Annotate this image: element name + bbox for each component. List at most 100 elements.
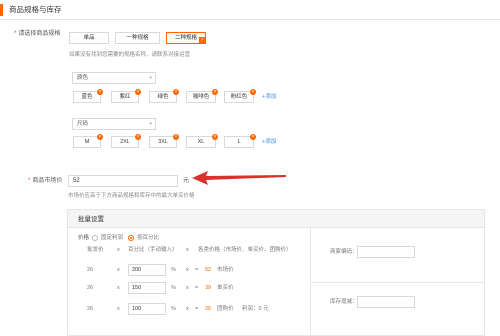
spec-group-name: 尺码	[77, 121, 89, 127]
spec-value-label: 蓝色	[81, 94, 93, 100]
result-value: 26	[205, 306, 212, 312]
price-kind: 市场价	[217, 267, 234, 273]
spec-group-select-color[interactable]: 颜色 ▾	[72, 72, 156, 84]
check-icon: ✓	[199, 37, 206, 44]
percent-input[interactable]: 150	[128, 282, 166, 294]
spec-type-one-button[interactable]: 一种规格	[115, 32, 160, 44]
stock-change-input[interactable]	[357, 296, 415, 308]
profit-text: 利润：0 元	[242, 306, 269, 312]
spec-group-select-size[interactable]: 尺码 ▾	[72, 118, 156, 130]
remove-icon[interactable]: ×	[135, 89, 141, 95]
row-divider	[311, 282, 484, 283]
result-value: 39	[205, 285, 212, 291]
row-base-value: 26	[87, 285, 94, 291]
remove-icon[interactable]: ×	[250, 134, 256, 140]
remove-icon[interactable]: ×	[135, 134, 141, 140]
equals-sign: =	[195, 285, 199, 291]
spec-label-text: 请选择商品规格	[18, 31, 61, 37]
spec-label: * 请选择商品规格	[14, 30, 60, 38]
row-base-value: 26	[87, 306, 94, 312]
price-mode-label: 价格	[78, 235, 90, 241]
batch-settings-panel: 批量设置 价格 固定利润 按百分比 批发价 x 百分比（手动输入） x 各类价格…	[67, 209, 485, 336]
result-value: 52	[205, 267, 212, 273]
row-multiply-sign: x	[117, 285, 120, 291]
equals-sign: =	[195, 267, 199, 273]
remove-icon[interactable]: ×	[97, 134, 103, 140]
remove-icon[interactable]: ×	[212, 89, 218, 95]
spec-value-button[interactable]: 3XL ×	[149, 134, 179, 148]
spec-hint: 如果没有找到您需要的规格名称，请联系对接运营	[69, 52, 191, 58]
stock-change-label: 库存增减：	[330, 299, 358, 305]
required-mark: *	[28, 178, 31, 184]
market-price-label: * 商品市场价	[28, 177, 62, 185]
spec-group-name: 颜色	[77, 75, 89, 81]
spec-value-label: 2XL	[120, 139, 130, 145]
spec-value-label: 紫红	[119, 94, 131, 100]
radio-fixed-profit[interactable]	[92, 235, 98, 241]
remove-icon[interactable]: ×	[173, 89, 179, 95]
equals-sign: =	[195, 306, 199, 312]
multiply-sign: x	[186, 306, 189, 312]
spec-value-button[interactable]: 粉红色 ×	[224, 89, 256, 103]
spec-value-label: 绿色	[157, 94, 169, 100]
spec-value-button[interactable]: 2XL ×	[111, 134, 141, 148]
spec-value-button[interactable]: L ×	[224, 134, 256, 148]
chevron-down-icon: ▾	[149, 121, 152, 127]
spec-type-single-button[interactable]: 单品	[69, 32, 109, 44]
batch-settings-header	[68, 210, 484, 228]
percent-input[interactable]: 200	[128, 264, 166, 276]
percent-input[interactable]: 100	[128, 303, 166, 315]
percent-sign: %	[171, 306, 176, 312]
market-price-hint: 市场价应高于下方商品规格和库存中的最大单买价格	[68, 193, 195, 199]
percent-sign: %	[171, 285, 176, 291]
chevron-down-icon: ▾	[149, 75, 152, 81]
add-spec-value-link[interactable]: +添加	[262, 93, 276, 101]
merchant-code-label: 商家编码：	[330, 249, 358, 255]
spec-value-label: XL	[197, 139, 205, 145]
multiply-sign: x	[186, 285, 189, 291]
required-mark: *	[14, 31, 17, 37]
radio-percent-label: 按百分比	[137, 235, 160, 241]
spec-value-button[interactable]: 蓝色 ×	[73, 89, 103, 103]
percent-sign: %	[171, 267, 176, 273]
col-prices-header: 各类价格（市场价、单买价、团购价）	[198, 247, 292, 253]
section-title: 商品规格与库存	[9, 5, 62, 14]
remove-icon[interactable]: ×	[97, 89, 103, 95]
market-price-label-text: 商品市场价	[32, 178, 63, 184]
spec-value-button[interactable]: 咖啡色 ×	[186, 89, 218, 103]
spec-value-label: 咖啡色	[192, 94, 210, 100]
spec-value-label: L	[237, 139, 241, 145]
annotation-arrow	[192, 171, 286, 185]
market-price-input[interactable]: 52	[68, 175, 178, 187]
spec-value-button[interactable]: 绿色 ×	[149, 89, 179, 103]
row-multiply-sign: x	[117, 267, 120, 273]
row-multiply-sign: x	[117, 306, 120, 312]
price-kind: 单买价	[217, 285, 234, 291]
row-base-value: 26	[87, 267, 94, 273]
spec-value-button[interactable]: XL ×	[186, 134, 218, 148]
section-header	[0, 0, 500, 20]
batch-settings-title: 批量设置	[78, 216, 104, 223]
radio-percent[interactable]	[128, 235, 134, 241]
merchant-code-input[interactable]	[357, 246, 415, 258]
spec-value-button[interactable]: M ×	[73, 134, 103, 148]
spec-value-label: 粉红色	[230, 94, 248, 100]
remove-icon[interactable]: ×	[173, 134, 179, 140]
radio-fixed-profit-label: 固定利润	[101, 235, 124, 241]
col-x-header: x	[117, 247, 120, 253]
spec-value-label: M	[84, 139, 90, 145]
spec-type-two-label: 二种规格	[174, 35, 197, 41]
spec-type-two-button[interactable]: 二种规格 ✓	[166, 32, 206, 44]
spec-value-label: 3XL	[158, 139, 168, 145]
remove-icon[interactable]: ×	[212, 134, 218, 140]
price-unit: 元	[183, 178, 190, 184]
col-percent-header: 百分比（手动输入）	[128, 247, 178, 253]
spec-value-button[interactable]: 紫红 ×	[111, 89, 141, 103]
header-accent-bar	[0, 4, 3, 16]
col-x-header: x	[186, 247, 189, 253]
add-spec-value-link[interactable]: +添加	[262, 138, 276, 146]
multiply-sign: x	[186, 267, 189, 273]
price-kind: 团购价	[217, 306, 234, 312]
col-base-header: 批发价	[87, 247, 104, 253]
remove-icon[interactable]: ×	[250, 89, 256, 95]
